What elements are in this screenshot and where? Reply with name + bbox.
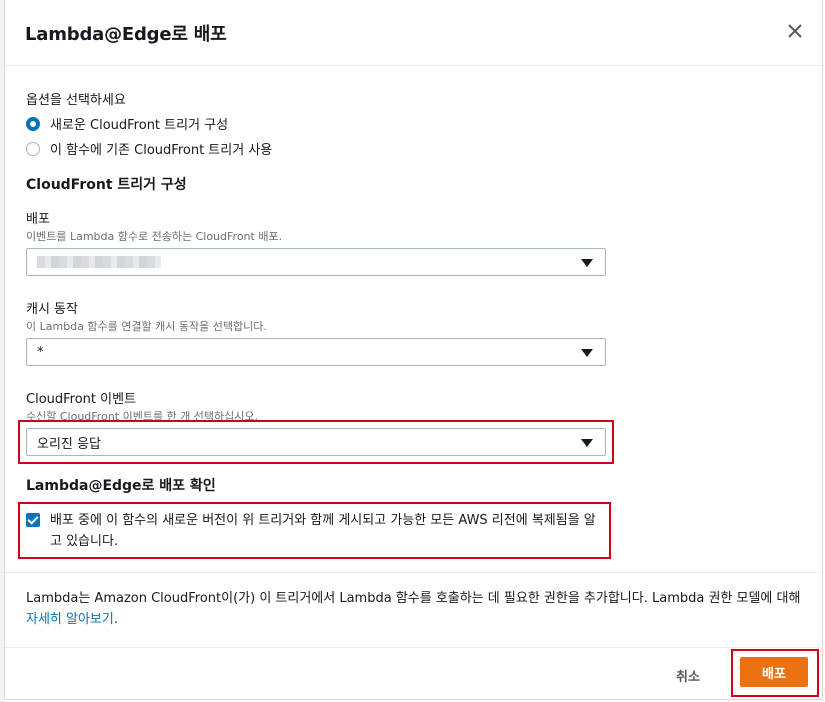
- trigger-config-heading: CloudFront 트리거 구성: [26, 177, 187, 193]
- confirm-text: 배포 중에 이 함수의 새로운 버전이 위 트리거와 함께 게시되고 가능한 모…: [50, 513, 596, 549]
- distribution-select[interactable]: [26, 248, 606, 276]
- caret-down-icon: [581, 259, 593, 267]
- radio-label: 새로운 CloudFront 트리거 구성: [50, 118, 229, 133]
- checkbox-checked-icon[interactable]: [26, 513, 40, 527]
- redacted-distribution-value: [37, 256, 161, 268]
- radio-label: 이 함수에 기존 CloudFront 트리거 사용: [50, 143, 273, 158]
- permission-notice-text: Lambda는 Amazon CloudFront이(가) 이 트리거에서 La…: [26, 591, 801, 606]
- radio-unselected-icon[interactable]: [26, 141, 40, 156]
- footer-divider: [5, 647, 822, 648]
- deploy-modal: Lambda@Edge로 배포 옵션을 선택하세요 새로운 CloudFront…: [4, 0, 823, 700]
- caret-down-icon: [581, 349, 593, 357]
- cancel-button[interactable]: 취소: [670, 662, 706, 689]
- divider: [5, 572, 822, 573]
- cloudfront-event-select[interactable]: 오리진 응답: [26, 428, 606, 456]
- confirm-heading: Lambda@Edge로 배포 확인: [26, 478, 216, 494]
- cache-behavior-label: 캐시 동작: [26, 302, 78, 317]
- modal-title: Lambda@Edge로 배포: [25, 24, 227, 45]
- cloudfront-event-value: 오리진 응답: [37, 436, 101, 452]
- caret-down-icon: [581, 439, 593, 447]
- radio-selected-icon[interactable]: [26, 116, 40, 131]
- learn-more-link[interactable]: 자세히 알아보기: [26, 612, 114, 627]
- distribution-label: 배포: [26, 212, 50, 227]
- cache-behavior-select[interactable]: *: [26, 338, 606, 366]
- permission-notice: Lambda는 Amazon CloudFront이(가) 이 트리거에서 La…: [26, 588, 806, 630]
- radio-new-trigger[interactable]: 새로운 CloudFront 트리거 구성: [26, 114, 228, 133]
- radio-existing-trigger[interactable]: 이 함수에 기존 CloudFront 트리거 사용: [26, 139, 272, 158]
- link-suffix: .: [113, 612, 118, 627]
- modal-header: Lambda@Edge로 배포: [5, 0, 822, 66]
- cloudfront-event-description: 수신할 CloudFront 이벤트를 한 개 선택하십시오.: [26, 410, 259, 423]
- cache-behavior-value: *: [37, 344, 44, 360]
- close-icon[interactable]: [784, 20, 806, 42]
- deploy-button[interactable]: 배포: [740, 657, 808, 687]
- cache-behavior-description: 이 Lambda 함수를 연결할 캐시 동작을 선택합니다.: [26, 320, 267, 333]
- confirm-checkbox-row[interactable]: 배포 중에 이 함수의 새로운 버전이 위 트리거와 함께 게시되고 가능한 모…: [26, 510, 596, 552]
- cloudfront-event-label: CloudFront 이벤트: [26, 392, 137, 407]
- distribution-description: 이벤트를 Lambda 함수로 전송하는 CloudFront 배포.: [26, 230, 283, 243]
- options-label: 옵션을 선택하세요: [26, 93, 126, 108]
